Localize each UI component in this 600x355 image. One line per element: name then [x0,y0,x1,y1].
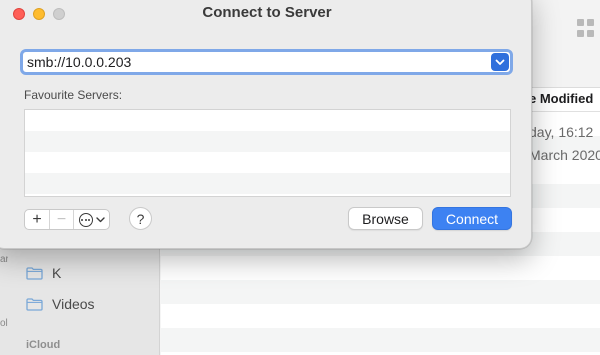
sidebar-edge-fragment: ar [0,254,8,265]
favourite-servers-list[interactable] [24,109,511,197]
remove-favourite-button[interactable]: − [50,210,74,229]
icon-view-grid-icon[interactable] [577,19,595,37]
date-cell: March 2020 [529,147,600,163]
add-favourite-button[interactable]: + [25,210,50,229]
favourite-servers-label: Favourite Servers: [24,88,123,102]
sidebar-item-label: K [52,265,62,281]
server-address-field[interactable] [20,49,513,75]
sidebar-item-k[interactable]: K [26,262,61,284]
chevron-down-icon [495,59,505,65]
sidebar-edge-fragment: ol [0,318,8,329]
sidebar-item-label: Videos [52,296,95,312]
server-address-input[interactable] [27,52,485,72]
table-row[interactable] [161,280,600,304]
recent-servers-dropdown[interactable] [491,53,509,71]
list-item[interactable] [25,152,510,173]
folder-icon [26,266,43,280]
dialog-titlebar[interactable]: Connect to Server [0,0,531,39]
list-item[interactable] [25,131,510,152]
more-actions-button[interactable] [74,210,109,229]
date-cell: day, 16:12 [529,124,594,140]
column-header-date-modified[interactable]: e Modified [529,91,593,106]
dialog-title: Connect to Server [202,4,332,21]
folder-icon [26,297,43,311]
list-item[interactable] [25,110,510,131]
help-button[interactable]: ? [129,207,152,230]
sidebar-section-icloud: iCloud [26,339,61,351]
list-item[interactable] [25,173,510,194]
connect-button[interactable]: Connect [432,207,512,230]
ellipsis-circle-icon [78,212,93,227]
browse-button[interactable]: Browse [348,207,423,230]
connect-to-server-dialog: Connect to Server Favourite Servers: + −… [0,0,532,249]
table-row[interactable] [161,328,600,352]
chevron-down-icon [95,216,105,222]
sidebar-item-videos[interactable]: Videos [26,293,95,315]
favourites-segmented-control: + − [24,209,110,230]
